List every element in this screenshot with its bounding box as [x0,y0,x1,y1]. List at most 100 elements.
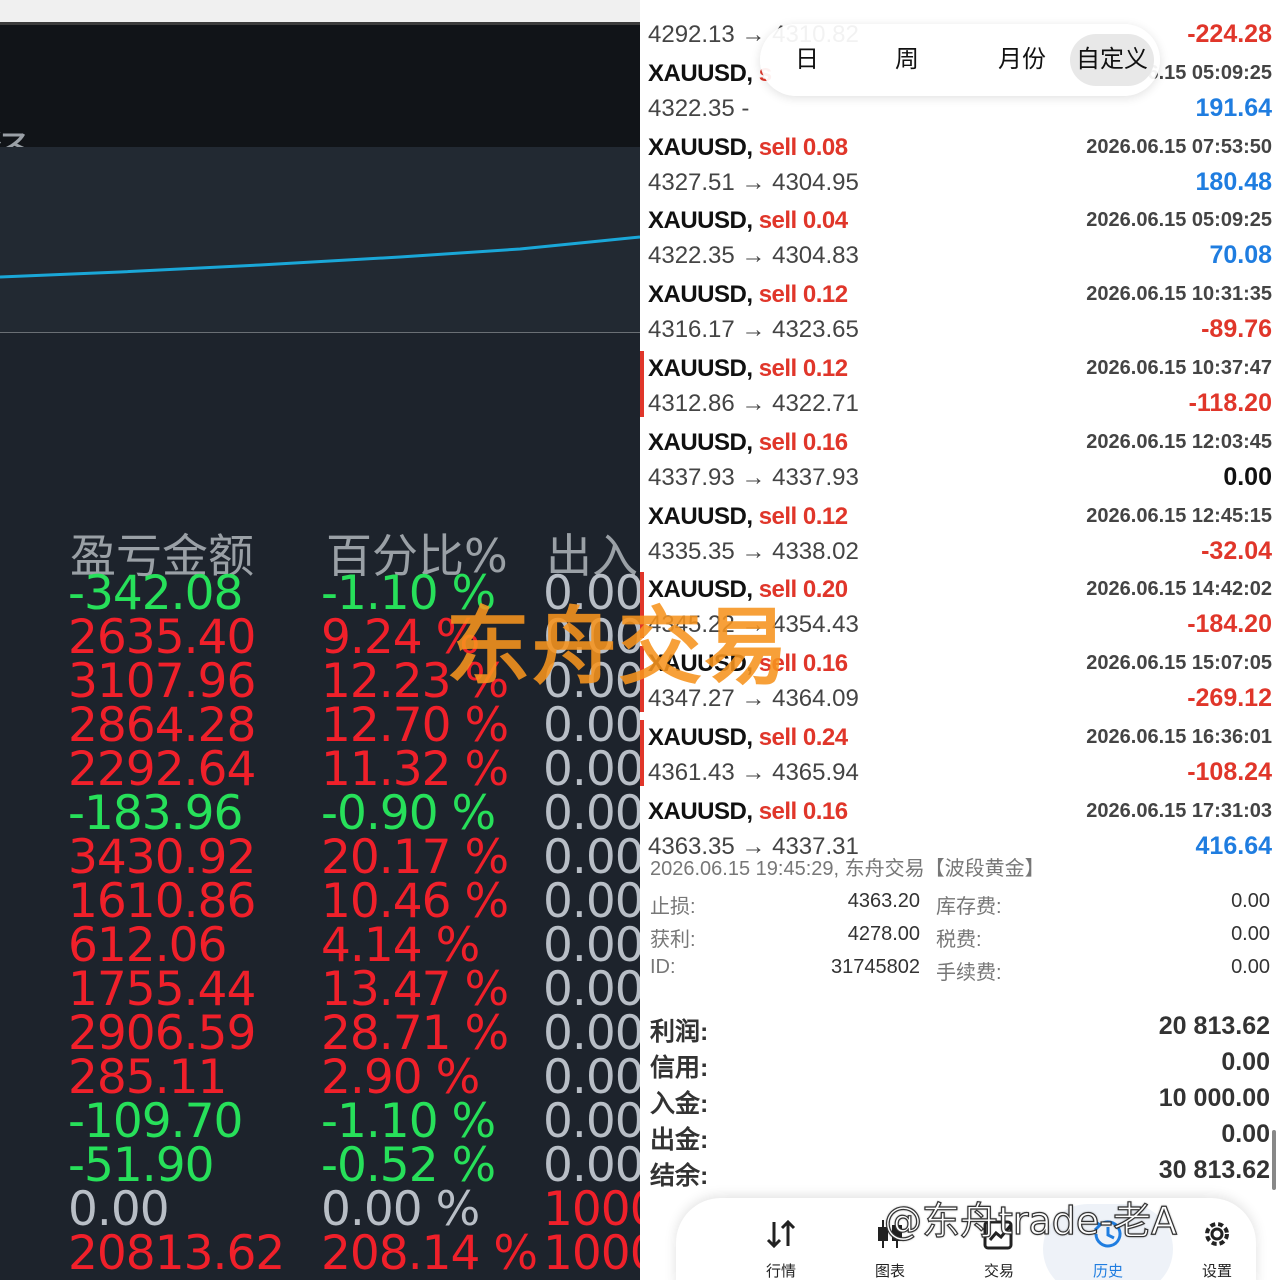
trade-time: 2026.06.15 10:37:47 [1086,357,1272,379]
trade-profit: -89.76 [1201,315,1272,344]
period-tabs: 日 周 月份 自定义 [760,24,1160,96]
commission-label: 手续费: [936,962,1002,984]
trade-symbol-line: XAUUSD, s [648,60,772,88]
trade-row[interactable]: XAUUSD, sell 0.12 2026.06.15 10:37:47 4312… [640,347,1280,421]
trade-symbol-line: XAUUSD, sell 0.12 [648,503,848,531]
trade-prices: 4322.35 → 4304.83 [648,242,859,270]
trade-profit: -108.24 [1187,758,1272,786]
trade-side: sell 0.24 [758,724,848,751]
trade-symbol-line: XAUUSD, sell 0.12 [648,281,848,309]
deposit-value: 10 000.00 [1158,1084,1270,1112]
tax-value: 0.00 [1231,923,1270,945]
trade-row[interactable]: XAUUSD, sell 0.12 2026.06.15 12:45:15 4335… [640,495,1280,569]
withdraw-label: 出金: [650,1126,709,1154]
trade-prices: 4337.93 → 4337.93 [648,463,859,491]
id-label: ID: [650,956,676,978]
equity-chart-svg [0,235,640,279]
trade-profit: -224.28 [1187,20,1272,48]
trade-profit: -269.12 [1187,684,1272,713]
trade-symbol: XAUUSD, [648,207,753,235]
nav-trade-label: 交易 [983,1263,1014,1280]
trade-side: sell 0.12 [758,355,848,382]
trade-symbol-line: XAUUSD, sell 0.16 [648,798,848,826]
trade-profit: 191.64 [1195,93,1272,122]
profit-value: 20 813.62 [1158,1012,1270,1040]
tab-day[interactable]: 日 [782,34,832,86]
equity-chart [0,147,640,333]
trade-prices: 4316.17 → 4323.65 [648,316,859,344]
balance-label: 结余: [650,1162,709,1190]
trade-side: sell 0.16 [758,797,848,825]
trade-side: sell 0.12 [758,281,848,309]
report-header: 径 [0,25,640,179]
trade-prices: 4327.51 → 4304.95 [648,168,859,196]
equity-line [0,235,640,279]
nav-settings-label: 设置 [1201,1263,1232,1280]
trade-row[interactable]: XAUUSD, sell 0.04 2026.06.15 05:09:25 4322… [640,199,1280,273]
trade-time: 2026.06.15 14:42:02 [1086,578,1272,601]
trade-time: 2026.06.15 12:45:15 [1086,504,1272,527]
trade-symbol: XAUUSD, [648,502,753,530]
trade-symbol: XAUUSD, [648,281,753,309]
trade-profit: 416.64 [1195,831,1272,860]
trade-profit: 180.48 [1195,167,1272,196]
stop-loss-label: 止损: [650,896,696,918]
tab-custom[interactable]: 自定义 [1070,34,1154,86]
tab-month[interactable]: 月份 [982,34,1062,86]
withdraw-value: 0.00 [1221,1120,1270,1148]
tax-label: 税费: [936,929,982,951]
trade-row[interactable]: XAUUSD, sell 0.16 2026.06.15 12:03:45 4337… [640,421,1280,495]
report-row: 20813.62 208.14 %1000 [0,1226,640,1280]
nav-quotes-label: 行情 [765,1263,796,1280]
nav-settings[interactable]: 设置 [1172,1198,1262,1280]
trade-time: 2026.06.15 05:09:25 [1086,209,1272,232]
trade-time: 2026.06.15 10:31:35 [1086,283,1272,306]
trade-symbol-line: XAUUSD, sell 0.16 [648,429,848,457]
nav-quotes[interactable]: 行情 [736,1198,826,1280]
detail-title: 2026.06.15 19:45:29, 东舟交易【波段黄金】 [650,858,1045,880]
trade-time: 2026.06.15 15:07:05 [1086,652,1272,675]
trade-symbol: XAUUSD, [648,428,753,456]
tab-week[interactable]: 周 [882,34,932,86]
trade-symbol: XAUUSD, [648,724,753,751]
amount-cell: 20813.62 [68,1226,285,1280]
window-top-bar [0,0,640,25]
scrollbar[interactable] [1272,1130,1276,1190]
trade-prices: 4322.35 - [648,94,750,122]
trade-row[interactable]: XAUUSD, sell 0.08 2026.06.15 07:53:50 4327… [640,126,1280,200]
credit-label: 信用: [650,1054,709,1082]
nav-history-label: 历史 [1092,1263,1123,1280]
trade-symbol: XAUUSD, [648,355,753,382]
trade-symbol: XAUUSD, [648,133,753,161]
id-value: 31745802 [831,956,920,978]
trade-symbol-line: XAUUSD, sell 0.12 [648,355,848,383]
take-profit-value: 4278.00 [847,923,920,945]
trade-row[interactable]: XAUUSD, sell 0.24 2026.06.15 16:36:01 4361… [640,716,1280,790]
quotes-arrows-icon [766,1219,796,1249]
trade-side: sell 0.08 [758,133,848,161]
trade-profit: -184.20 [1187,610,1272,639]
percent-cell: 208.14 % [321,1226,538,1280]
commission-value: 0.00 [1231,956,1270,978]
trade-symbol-line: XAUUSD, sell 0.24 [648,724,848,752]
trade-row[interactable]: XAUUSD, sell 0.12 2026.06.15 10:31:35 4316… [640,273,1280,347]
nav-chart-label: 图表 [874,1263,905,1280]
trade-symbol: XAUUSD, [648,59,753,87]
trade-time: 2026.06.15 07:53:50 [1086,135,1272,158]
trade-profit: -32.04 [1201,536,1272,565]
trade-row-marker [640,351,644,417]
trade-side: sell 0.12 [758,502,848,530]
trade-time: 6.15 05:09:25 [1147,61,1272,84]
stop-loss-value: 4363.20 [847,890,920,912]
trade-side: sell 0.16 [758,428,848,456]
trade-prices: 4312.86 → 4322.71 [648,390,859,417]
trade-time: 2026.06.15 12:03:45 [1086,430,1272,453]
watermark-text: 东舟交易 [446,598,791,696]
trade-prices: 4361.43 → 4365.94 [648,759,859,786]
credit-watermark: @东舟trade-老A [883,1198,1178,1243]
trade-profit: 70.08 [1209,241,1272,270]
swap-value: 0.00 [1231,890,1270,912]
trade-row-marker [640,720,644,786]
trade-side: sell 0.04 [758,207,848,235]
swap-label: 库存费: [936,896,1002,918]
